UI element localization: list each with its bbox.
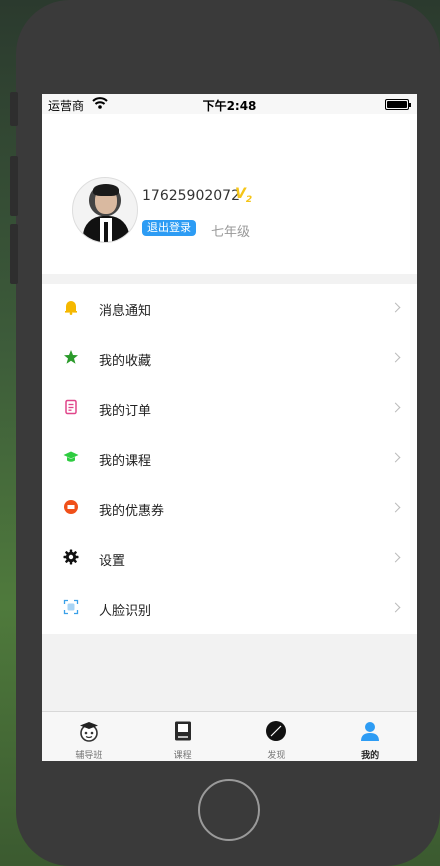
chevron-right-icon — [390, 302, 401, 313]
menu-item-settings[interactable]: 设置 — [42, 534, 417, 584]
face-scan-icon — [63, 599, 79, 615]
chevron-right-icon — [390, 452, 401, 463]
volume-down-button — [10, 224, 18, 284]
menu-item-label: 人脸识别 — [99, 604, 152, 619]
tab-tutor[interactable]: 辅导班 — [42, 712, 136, 761]
coupon-icon — [64, 500, 78, 514]
menu-item-label: 我的优惠券 — [99, 504, 165, 519]
bell-icon — [65, 301, 77, 315]
menu-item-favorites[interactable]: 我的收藏 — [42, 334, 417, 384]
tab-label: 辅导班 — [75, 751, 103, 761]
user-phone: 17625902072 — [142, 188, 240, 204]
app-screen: 运营商 下午2:48 17625902072 V2 退出登录 七年级 消息通知 — [42, 94, 417, 761]
tab-courses[interactable]: 课程 — [136, 712, 230, 761]
menu-item-label: 消息通知 — [99, 304, 152, 319]
tab-bar: 辅导班 课程 发现 我的 — [42, 711, 417, 761]
chevron-right-icon — [390, 352, 401, 363]
vip-level: 2 — [245, 194, 253, 205]
menu-item-label: 我的订单 — [99, 404, 152, 419]
menu-item-label: 我的收藏 — [99, 354, 152, 369]
vip-badge-icon: V2 — [235, 186, 252, 205]
discover-icon — [266, 721, 287, 741]
grade-label: 七年级 — [211, 225, 251, 240]
volume-up-button — [10, 156, 18, 216]
tab-discover[interactable]: 发现 — [230, 712, 324, 761]
gear-icon — [63, 549, 79, 565]
user-icon — [361, 722, 380, 741]
menu-item-coupons[interactable]: 我的优惠券 — [42, 484, 417, 534]
avatar[interactable] — [72, 177, 138, 243]
logout-button[interactable]: 退出登录 — [142, 220, 196, 236]
tab-label: 我的 — [361, 751, 380, 761]
menu-list: 消息通知 我的收藏 我的订单 我的课程 我的优惠券 设置 人脸识别 — [42, 284, 417, 634]
menu-item-orders[interactable]: 我的订单 — [42, 384, 417, 434]
menu-item-label: 我的课程 — [99, 454, 152, 469]
chevron-right-icon — [390, 402, 401, 413]
chevron-right-icon — [390, 502, 401, 513]
battery-icon — [385, 99, 411, 110]
order-icon — [65, 399, 77, 415]
chevron-right-icon — [390, 602, 401, 613]
status-bar: 运营商 下午2:48 — [42, 94, 417, 114]
menu-item-courses[interactable]: 我的课程 — [42, 434, 417, 484]
chevron-right-icon — [390, 552, 401, 563]
star-icon — [64, 350, 78, 364]
menu-item-face-recognition[interactable]: 人脸识别 — [42, 584, 417, 634]
tutor-icon — [79, 722, 98, 742]
menu-item-label: 设置 — [99, 554, 126, 569]
book-icon — [174, 721, 191, 741]
tab-label: 发现 — [267, 751, 286, 761]
graduation-cap-icon — [63, 451, 79, 462]
tab-label: 课程 — [173, 751, 192, 761]
tab-mine[interactable]: 我的 — [323, 712, 417, 761]
mute-switch — [10, 92, 18, 126]
home-button[interactable] — [198, 779, 260, 841]
vip-badge-letter: V — [235, 186, 246, 202]
menu-item-notifications[interactable]: 消息通知 — [42, 284, 417, 334]
status-time: 下午2:48 — [202, 99, 257, 113]
profile-header: 17625902072 V2 退出登录 七年级 — [42, 114, 417, 274]
